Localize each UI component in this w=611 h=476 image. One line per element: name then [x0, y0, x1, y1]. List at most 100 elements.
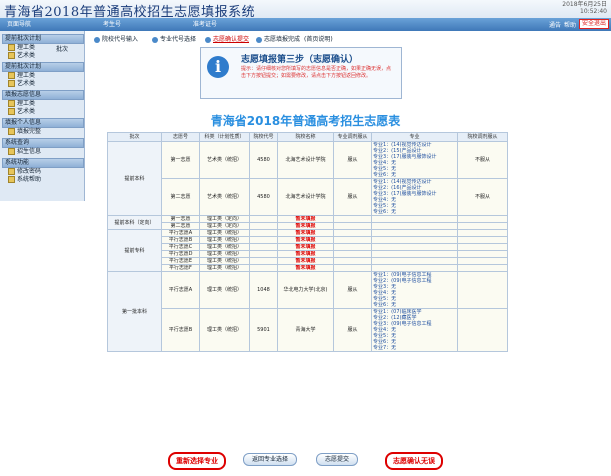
- datetime: 2018年6月25日 10:52:40: [562, 1, 607, 15]
- majors-cell: [371, 222, 458, 230]
- majors-cell: [371, 215, 458, 223]
- school-name-cell: 暂未填报: [277, 229, 334, 237]
- majors-cell: [371, 257, 458, 265]
- time-text: 10:52:40: [580, 8, 607, 15]
- majors-cell: [371, 250, 458, 258]
- nav-tab-home[interactable]: 页面导航: [4, 20, 34, 29]
- step-icon: [256, 36, 262, 43]
- sidebar-item[interactable]: 系统帮助: [8, 176, 70, 183]
- nav-right: 通告 帮助 安全退出: [549, 19, 609, 29]
- step-major-code[interactable]: 专业代号选择: [152, 35, 196, 45]
- col-header: 院校名称: [277, 132, 334, 142]
- school-adjust-cell: [457, 222, 508, 230]
- sidebar-batch-label: 批次: [56, 46, 69, 53]
- nav-notice-link[interactable]: 通告: [549, 20, 561, 29]
- school-name-cell: 青海大学: [277, 308, 334, 352]
- submit-volunteer-button[interactable]: 志愿提交: [316, 453, 359, 466]
- sidebar-item[interactable]: 招生信息: [8, 148, 70, 155]
- school-adjust-cell: [457, 229, 508, 237]
- nav-tab-admission-ticket[interactable]: 准考证号: [190, 20, 220, 29]
- school-code-cell: [249, 222, 278, 230]
- reselect-major-button[interactable]: 重新选择专业: [168, 452, 226, 470]
- volunteer-number-cell: 平行志愿D: [161, 250, 200, 258]
- school-name-cell: 暂未填报: [277, 215, 334, 223]
- notice-panel: i 志愿填报第三步（志愿确认） 提示：请仔细核对您所填写的志愿信息是否正确，如果…: [200, 47, 402, 99]
- nav-tab-exam-number[interactable]: 考生号: [100, 20, 124, 29]
- exit-button[interactable]: 安全退出: [578, 19, 609, 29]
- school-adjust-cell: [457, 264, 508, 272]
- school-code-cell: 4580: [249, 141, 278, 179]
- col-header: 专业: [371, 132, 458, 142]
- major-adjust-cell: 服从: [333, 271, 372, 309]
- category-cell: 理工类（统招）: [199, 229, 250, 237]
- school-code-cell: 5901: [249, 308, 278, 352]
- school-name-cell: 暂未填报: [277, 243, 334, 251]
- school-code-cell: 4580: [249, 178, 278, 216]
- table-row: 平行志愿C 理工类（统招） 暂未填报: [108, 243, 508, 251]
- back-to-major-button[interactable]: 返回专业选择: [243, 453, 298, 466]
- step-confirm-submit[interactable]: 志愿确认提交: [205, 35, 249, 45]
- nav-bar: 页面导航 考生号 准考证号 通告 帮助 安全退出: [0, 18, 611, 31]
- majors-cell: [371, 243, 458, 251]
- sidebar-group-header[interactable]: 提前批次计划: [2, 62, 84, 72]
- major-adjust-cell: [333, 222, 372, 230]
- sidebar-item[interactable]: 修改密码: [8, 168, 70, 175]
- notice-title: 志愿填报第三步（志愿确认）: [241, 55, 359, 65]
- school-adjust-cell: [457, 243, 508, 251]
- school-adjust-cell: [457, 257, 508, 265]
- table-row: 平行志愿B 理工类（统招） 暂未填报: [108, 236, 508, 244]
- major-adjust-cell: [333, 229, 372, 237]
- school-name-cell: 暂未填报: [277, 264, 334, 272]
- sidebar-group-header[interactable]: 填报志愿信息: [2, 90, 84, 100]
- major-entry: 专业6：无: [373, 302, 397, 308]
- sidebar-item[interactable]: 理工类: [8, 100, 70, 107]
- folder-icon: [8, 72, 15, 79]
- col-header: 志愿号: [161, 132, 200, 142]
- folder-icon: [8, 80, 15, 87]
- volunteer-number-cell: 平行志愿E: [161, 257, 200, 265]
- step-complete[interactable]: 志愿填报完成: [256, 35, 300, 45]
- step-icon: [205, 36, 211, 43]
- school-adjust-cell: 不服从: [457, 178, 508, 216]
- batch-cell: 提前本科: [107, 141, 162, 216]
- category-cell: 理工类（定向）: [199, 215, 250, 223]
- category-cell: 理工类（统招）: [199, 264, 250, 272]
- school-code-cell: [249, 264, 278, 272]
- sidebar-item[interactable]: 艺术类: [8, 80, 70, 87]
- volunteer-number-cell: 平行志愿C: [161, 243, 200, 251]
- sidebar-group-header[interactable]: 系统查询: [2, 138, 84, 148]
- title-bar: 青海省2018年普通高校招生志愿填报系统 2018年6月25日 10:52:40: [0, 0, 611, 20]
- nav-help-link[interactable]: 帮助: [564, 20, 576, 29]
- table-row: 平行志愿B 理工类（统招） 5901 青海大学 服从 专业1：(07)临床医学 专业2：(1…: [108, 308, 508, 352]
- step-school-code[interactable]: 院校代号输入: [94, 35, 138, 45]
- major-adjust-cell: [333, 215, 372, 223]
- sidebar-group-header[interactable]: 系统功能: [2, 158, 84, 168]
- sidebar-item[interactable]: 艺术类: [8, 52, 70, 59]
- major-adjust-cell: [333, 250, 372, 258]
- folder-icon: [8, 52, 15, 59]
- category-cell: 理工类（统招）: [199, 271, 250, 309]
- school-name-cell: 暂未填报: [277, 236, 334, 244]
- batch-cell: 第一批本科: [107, 271, 162, 352]
- category-cell: 理工类（统招）: [199, 308, 250, 352]
- batch-cell: 提前本科（定向）: [107, 215, 162, 230]
- confirm-volunteer-button[interactable]: 志愿确认无误: [385, 452, 443, 470]
- sidebar-item[interactable]: 理工类: [8, 72, 70, 79]
- category-cell: 理工类（定向）: [199, 222, 250, 230]
- school-code-cell: [249, 243, 278, 251]
- table-row: 平行志愿F 理工类（统招） 暂未填报: [108, 264, 508, 272]
- sidebar-item[interactable]: 填报完整: [8, 128, 70, 135]
- col-header: 专业调剂服从: [333, 132, 372, 142]
- volunteer-number-cell: 平行志愿A: [161, 271, 200, 309]
- volunteer-number-cell: 第一志愿: [161, 141, 200, 179]
- school-code-cell: [249, 257, 278, 265]
- step-home-guide[interactable]: (首页说明): [304, 35, 333, 45]
- sidebar-group-header[interactable]: 提前批次计划: [2, 34, 84, 44]
- school-code-cell: 1048: [249, 271, 278, 309]
- school-adjust-cell: [457, 308, 508, 352]
- category-cell: 理工类（统招）: [199, 236, 250, 244]
- category-cell: 艺术类（统招）: [199, 178, 250, 216]
- table-row: 第二志愿 艺术类（统招） 4580 北海艺术设计学院 服从 专业1：(14)视觉传达设计专…: [108, 178, 508, 216]
- step-icon: [94, 36, 100, 43]
- volunteer-number-cell: 平行志愿B: [161, 308, 200, 352]
